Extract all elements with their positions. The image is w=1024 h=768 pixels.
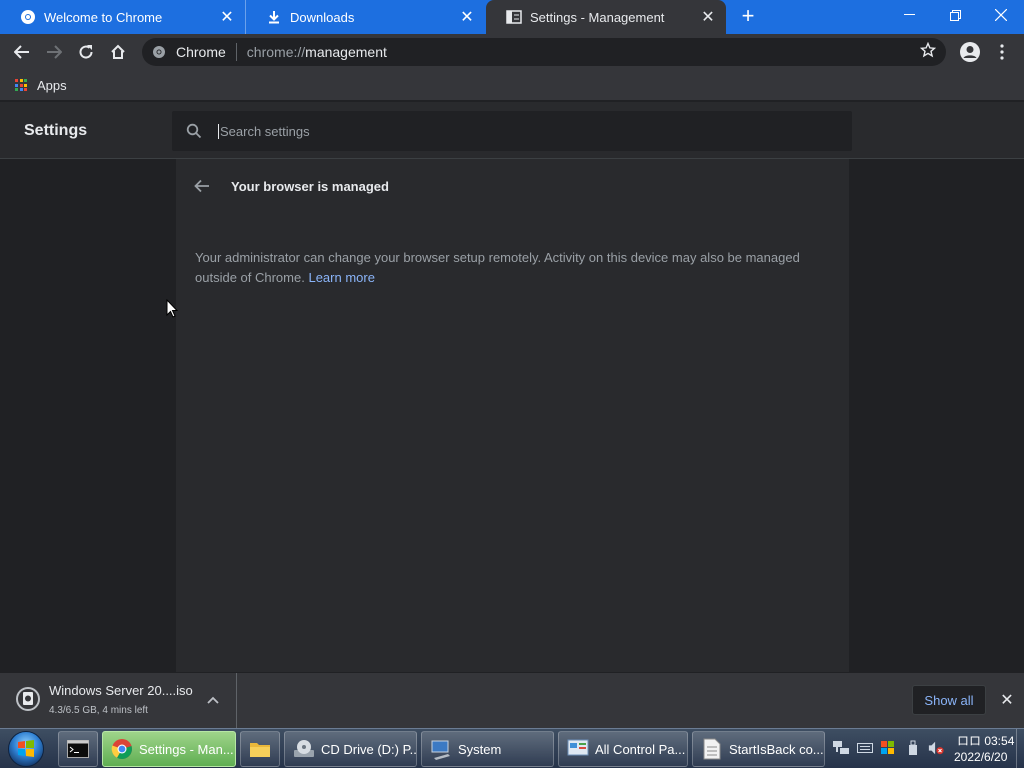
taskbar: Settings - Man... CD Drive (D:) P... Sys… bbox=[0, 728, 1024, 768]
forward-button[interactable] bbox=[41, 39, 67, 65]
taskbar-chrome[interactable]: Settings - Man... bbox=[102, 731, 236, 767]
bookmarks-bar: Apps bbox=[0, 70, 1024, 100]
settings-header: Settings bbox=[0, 102, 1024, 159]
back-arrow-icon[interactable] bbox=[194, 179, 214, 195]
site-chip: Chrome bbox=[176, 44, 226, 60]
taskbar-label: StartIsBack co... bbox=[729, 741, 824, 757]
tab-title: Settings - Management bbox=[530, 9, 665, 25]
menu-kebab-icon[interactable] bbox=[989, 39, 1015, 65]
close-icon[interactable]: ✕ bbox=[217, 7, 237, 27]
tab-welcome[interactable]: Welcome to Chrome ✕ bbox=[0, 0, 245, 34]
chevron-up-icon[interactable] bbox=[204, 691, 222, 709]
tab-strip: Welcome to Chrome ✕ Downloads ✕ Settings… bbox=[0, 0, 1024, 34]
clock-time[interactable]: ロロ 03:54 bbox=[957, 732, 1014, 749]
taskbar-label: System bbox=[458, 741, 502, 757]
download-shelf: Windows Server 20....iso 4.3/6.5 GB, 4 m… bbox=[0, 672, 1024, 729]
tab-title: Welcome to Chrome bbox=[44, 9, 163, 25]
download-file-name: Windows Server 20....iso bbox=[49, 683, 193, 698]
management-description: Your administrator can change your brows… bbox=[195, 248, 825, 288]
description-text: Your administrator can change your brows… bbox=[195, 250, 800, 285]
clock-date[interactable]: 2022/6/20 bbox=[954, 750, 1007, 764]
chrome-icon bbox=[20, 9, 36, 25]
download-status: 4.3/6.5 GB, 4 mins left bbox=[49, 705, 148, 716]
chrome-icon bbox=[152, 45, 166, 59]
document-icon bbox=[701, 738, 723, 760]
back-button[interactable] bbox=[9, 39, 35, 65]
new-tab-button[interactable]: + bbox=[736, 5, 760, 28]
keyboard-icon[interactable] bbox=[857, 740, 873, 756]
taskbar-startisback[interactable]: StartIsBack co... bbox=[692, 731, 825, 767]
show-desktop-button[interactable] bbox=[1016, 729, 1024, 768]
cd-drive-icon bbox=[293, 738, 315, 760]
settings-page-icon bbox=[506, 9, 522, 25]
taskbar-cmd[interactable] bbox=[58, 731, 98, 767]
disc-file-icon bbox=[16, 686, 40, 712]
reload-button[interactable] bbox=[73, 39, 99, 65]
download-item[interactable]: Windows Server 20....iso 4.3/6.5 GB, 4 m… bbox=[0, 673, 237, 729]
cmd-icon bbox=[67, 738, 89, 760]
right-gutter bbox=[849, 159, 1024, 672]
taskbar-label: All Control Pa... bbox=[595, 741, 686, 757]
close-window-button[interactable] bbox=[978, 0, 1024, 30]
page-title: Settings bbox=[24, 122, 88, 139]
url-path: management bbox=[305, 44, 387, 60]
volume-muted-icon[interactable] bbox=[928, 740, 944, 756]
download-icon bbox=[266, 9, 282, 25]
mouse-cursor-icon bbox=[166, 298, 179, 321]
apps-grid-icon bbox=[15, 79, 27, 91]
taskbar-label: CD Drive (D:) P... bbox=[321, 741, 417, 757]
tab-title: Downloads bbox=[290, 9, 355, 25]
action-center-flag-icon[interactable] bbox=[880, 740, 896, 756]
control-panel-icon bbox=[567, 738, 589, 760]
search-input[interactable] bbox=[218, 123, 818, 139]
left-nav bbox=[0, 159, 176, 672]
close-icon[interactable]: ✕ bbox=[698, 7, 718, 27]
chrome-icon bbox=[111, 738, 133, 760]
taskbar-label: Settings - Man... bbox=[139, 741, 234, 757]
show-all-button[interactable]: Show all bbox=[912, 685, 986, 715]
usb-icon[interactable] bbox=[905, 740, 921, 756]
network-icon[interactable] bbox=[833, 740, 849, 756]
start-button[interactable] bbox=[8, 731, 44, 767]
tab-settings-management[interactable]: Settings - Management ✕ bbox=[486, 0, 726, 34]
toolbar: Chrome chrome:// management bbox=[0, 34, 1024, 70]
taskbar-system[interactable]: System bbox=[421, 731, 554, 767]
address-bar[interactable]: Chrome chrome:// management bbox=[142, 38, 946, 66]
taskbar-control-panel[interactable]: All Control Pa... bbox=[558, 731, 688, 767]
divider bbox=[235, 43, 237, 61]
search-icon bbox=[186, 123, 202, 139]
learn-more-link[interactable]: Learn more bbox=[308, 270, 374, 285]
taskbar-explorer[interactable] bbox=[240, 731, 280, 767]
profile-avatar-icon[interactable] bbox=[957, 39, 983, 65]
minimize-button[interactable] bbox=[886, 0, 932, 30]
bookmark-star-icon[interactable] bbox=[919, 41, 937, 61]
management-title: Your browser is managed bbox=[231, 179, 389, 194]
tab-downloads[interactable]: Downloads ✕ bbox=[245, 0, 485, 34]
restore-button[interactable] bbox=[932, 0, 978, 30]
taskbar-cd-drive[interactable]: CD Drive (D:) P... bbox=[284, 731, 417, 767]
system-icon bbox=[430, 738, 452, 760]
management-card: Your browser is managed Your administrat… bbox=[176, 159, 849, 672]
close-icon[interactable]: ✕ bbox=[997, 690, 1017, 710]
settings-search-box[interactable] bbox=[172, 111, 852, 151]
home-button[interactable] bbox=[105, 39, 131, 65]
apps-shortcut[interactable]: Apps bbox=[37, 78, 67, 93]
url-scheme: chrome:// bbox=[246, 44, 306, 60]
close-icon[interactable]: ✕ bbox=[457, 7, 477, 27]
folder-icon bbox=[249, 738, 271, 760]
